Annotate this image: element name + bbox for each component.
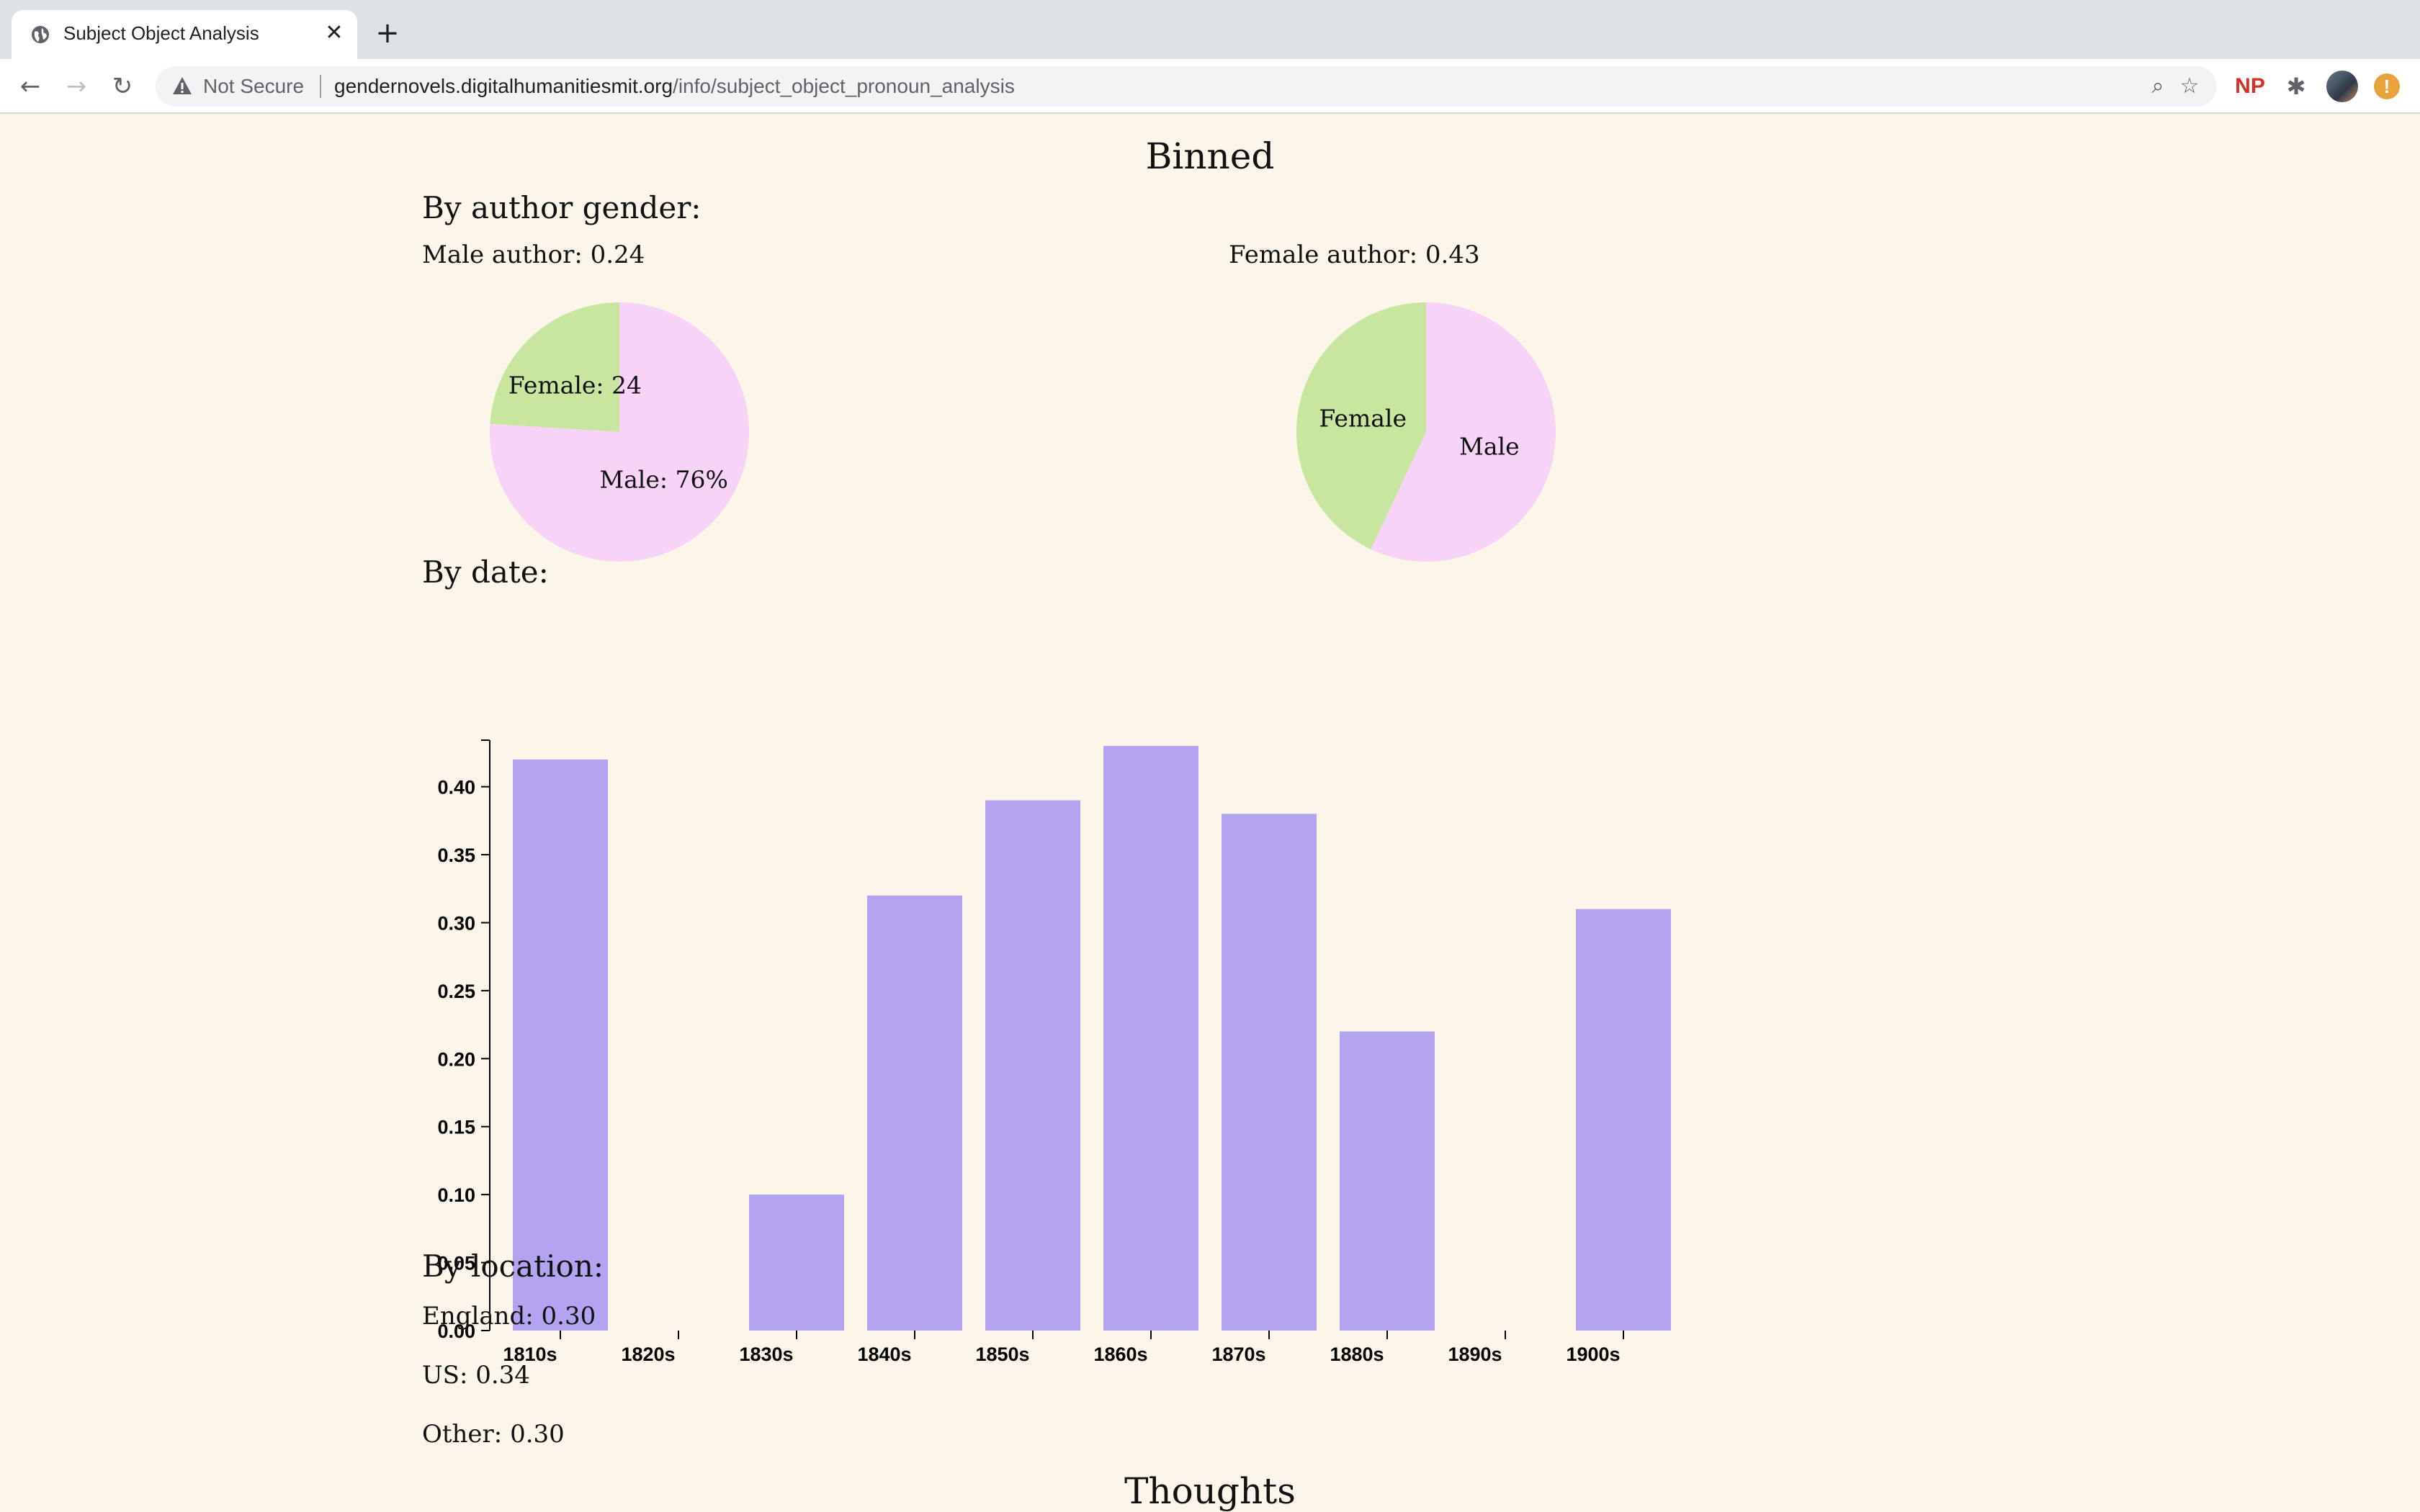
bar-1880s [1340,1031,1435,1331]
location-england: England: 0.30 [422,1302,596,1331]
address-bar[interactable]: Not Secure gendernovels.digitalhumanitie… [156,66,2217,107]
male-author-label: Male author: 0.24 [422,240,645,269]
new-tab-button[interactable]: + [373,19,402,48]
binned-heading: Binned [1145,135,1275,177]
bar-1810s [513,759,608,1331]
bookmark-star-icon[interactable]: ☆ [2177,73,2202,99]
female-author-label: Female author: 0.43 [1229,240,1480,269]
reload-icon[interactable]: ↻ [107,71,138,102]
y-tick-label: 0.30 [437,912,475,934]
x-tick-label: 1860s [1093,1344,1147,1365]
close-tab-icon[interactable]: ✕ [321,20,347,46]
bar-1900s [1576,909,1671,1331]
bar-1830s [749,1194,844,1331]
security-status[interactable]: Not Secure [203,75,304,98]
url-path: /info/subject_object_pronoun_analysis [673,75,1015,97]
tab-title: Subject Object Analysis [63,22,259,44]
y-tick-label: 0.40 [437,777,475,798]
location-us: US: 0.34 [422,1361,530,1390]
x-tick-label: 1820s [621,1344,675,1365]
bar-1870s [1222,814,1317,1331]
y-tick-label: 0.35 [437,845,475,866]
pie-label-male: Male: 76% [599,466,728,494]
x-tick-label: 1880s [1330,1344,1384,1365]
pie-label-female: Female: 24 [508,371,642,399]
by-location-heading: By location: [422,1248,604,1284]
x-tick-label: 1900s [1566,1344,1620,1365]
pie-label-male: Male [1459,433,1520,461]
url-host: gendernovels.digitalhumanitiesmit.org [334,75,673,97]
profile-avatar[interactable] [2326,71,2358,102]
y-tick-label: 0.25 [437,981,475,1002]
x-tick-label: 1870s [1211,1344,1265,1365]
zoom-icon[interactable]: ⌕ [2145,73,2171,99]
url-text[interactable]: gendernovels.digitalhumanitiesmit.org/in… [334,75,1015,98]
page-content: Binned By author gender: Male author: 0.… [0,114,2420,1512]
bar-1840s [867,895,962,1331]
omnibox-divider [320,75,321,98]
extensions-puzzle-icon[interactable]: ✱ [2280,71,2312,102]
by-author-gender-heading: By author gender: [422,190,702,225]
by-date-heading: By date: [422,554,549,590]
bar-1860s [1103,746,1198,1331]
warning-icon [173,77,192,94]
x-tick-label: 1830s [739,1344,793,1365]
male-author-pie-chart: Female: 24 Male: 76% [490,302,749,562]
update-alert-icon[interactable]: ! [2374,73,2400,99]
bar-1850s [985,800,1080,1331]
pie-label-female: Female [1319,404,1407,432]
female-author-pie-chart: Female Male [1296,302,1556,562]
y-tick-label: 0.15 [437,1117,475,1138]
x-tick-label: 1850s [975,1344,1029,1365]
np-extension-icon[interactable]: NP [2234,71,2266,102]
thoughts-heading: Thoughts [1124,1470,1296,1512]
y-tick-label: 0.20 [437,1048,475,1070]
x-tick-label: 1890s [1448,1344,1502,1365]
back-arrow-icon[interactable]: ← [14,71,46,102]
forward-arrow-icon[interactable]: → [60,71,92,102]
x-tick-label: 1840s [857,1344,911,1365]
pie-slice-female [490,302,619,432]
globe-icon [32,26,49,43]
y-tick-label: 0.10 [437,1184,475,1206]
tab-strip: Subject Object Analysis ✕ + [0,0,2420,59]
location-other: Other: 0.30 [422,1420,565,1449]
browser-toolbar: ← → ↻ Not Secure gendernovels.digitalhum… [0,59,2420,114]
active-tab[interactable]: Subject Object Analysis ✕ [12,10,357,59]
